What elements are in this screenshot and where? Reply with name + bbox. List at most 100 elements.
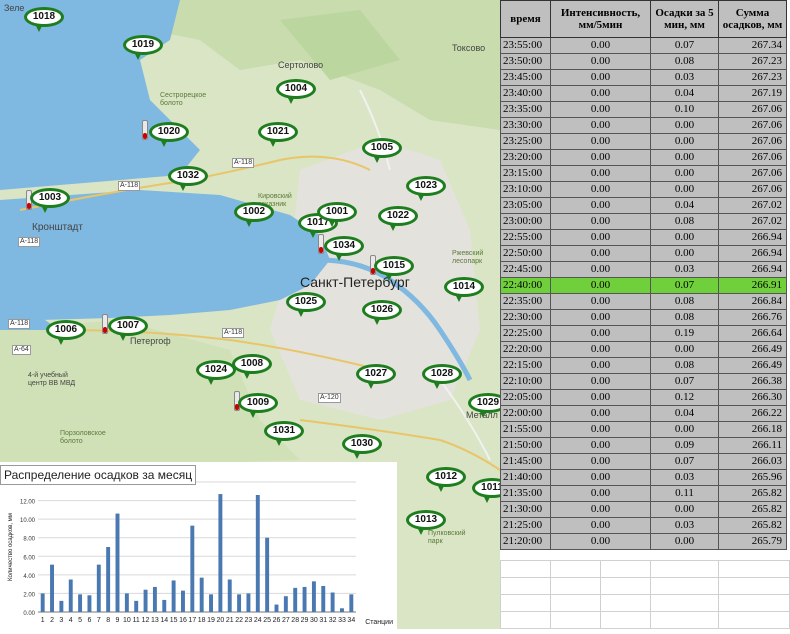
cell-precip-total: 266.84 bbox=[718, 293, 787, 310]
x-tick-label: 5 bbox=[78, 617, 82, 624]
station-marker[interactable]: 1013 bbox=[406, 510, 446, 535]
cell-intensity: 0.00 bbox=[550, 357, 651, 374]
table-row: 22:10:00 0.00 0.07 266.38 bbox=[500, 373, 787, 390]
cell-precip-total: 265.79 bbox=[718, 533, 787, 550]
station-marker[interactable]: 1005 bbox=[362, 138, 402, 163]
x-tick-label: 16 bbox=[179, 617, 187, 624]
station-marker[interactable]: 1008 bbox=[232, 354, 272, 379]
cell-intensity: 0.00 bbox=[550, 149, 651, 166]
cell-intensity: 0.00 bbox=[550, 469, 651, 486]
station-marker[interactable]: 1026 bbox=[362, 300, 402, 325]
cell-time: 22:35:00 bbox=[500, 293, 551, 310]
chart-bar bbox=[78, 594, 83, 612]
spreadsheet-grid bbox=[500, 560, 790, 629]
y-tick-label: 4.00 bbox=[23, 574, 35, 580]
cell-precip-total: 265.96 bbox=[718, 469, 787, 486]
cell-intensity: 0.00 bbox=[550, 101, 651, 118]
table-row: 21:25:00 0.00 0.03 265.82 bbox=[500, 517, 787, 534]
station-marker[interactable]: 1001 bbox=[317, 202, 357, 227]
chart-bar bbox=[124, 593, 129, 612]
road-label: A-118 bbox=[118, 181, 141, 191]
station-marker[interactable]: 1027 bbox=[356, 364, 396, 389]
x-tick-label: 12 bbox=[142, 617, 150, 624]
cell-precip-total: 266.30 bbox=[718, 389, 787, 406]
station-marker[interactable]: 1004 bbox=[276, 79, 316, 104]
cell-precip-5min: 0.08 bbox=[650, 213, 719, 230]
table-row: 21:35:00 0.00 0.11 265.82 bbox=[500, 485, 787, 502]
cell-precip-total: 266.94 bbox=[718, 245, 787, 262]
chart-bar bbox=[87, 595, 92, 612]
station-marker[interactable]: 1020 bbox=[149, 122, 189, 147]
cell-time: 21:45:00 bbox=[500, 453, 551, 470]
cell-time: 23:55:00 bbox=[500, 37, 551, 54]
station-marker[interactable]: 1031 bbox=[264, 421, 304, 446]
cell-time: 23:05:00 bbox=[500, 197, 551, 214]
cell-precip-5min: 0.00 bbox=[650, 245, 719, 262]
table-row: 22:30:00 0.00 0.08 266.76 bbox=[500, 309, 787, 326]
cell-precip-total: 266.91 bbox=[718, 277, 787, 294]
x-tick-label: 4 bbox=[69, 617, 73, 624]
precipitation-table-panel: время Интенсивность, мм/5мин Осадки за 5… bbox=[500, 0, 790, 629]
station-marker[interactable]: 1025 bbox=[286, 292, 326, 317]
cell-intensity: 0.00 bbox=[550, 533, 651, 550]
y-tick-label: 10.00 bbox=[20, 518, 36, 524]
station-marker[interactable]: 1003 bbox=[30, 188, 70, 213]
station-marker[interactable]: 1006 bbox=[46, 320, 86, 345]
cell-intensity: 0.00 bbox=[550, 293, 651, 310]
table-row: 23:30:00 0.00 0.00 267.06 bbox=[500, 117, 787, 134]
table-row: 21:20:00 0.00 0.00 265.79 bbox=[500, 533, 787, 550]
cell-intensity: 0.00 bbox=[550, 437, 651, 454]
cell-precip-5min: 0.00 bbox=[650, 501, 719, 518]
x-tick-label: 26 bbox=[273, 617, 281, 624]
header-precip-5min: Осадки за 5 мин, мм bbox=[650, 0, 719, 38]
station-marker[interactable]: 1028 bbox=[422, 364, 462, 389]
chart-bar bbox=[199, 577, 204, 612]
cell-precip-total: 266.03 bbox=[718, 453, 787, 470]
cell-time: 22:10:00 bbox=[500, 373, 551, 390]
chart-bar bbox=[115, 513, 120, 612]
cell-precip-5min: 0.04 bbox=[650, 197, 719, 214]
cell-precip-5min: 0.08 bbox=[650, 53, 719, 70]
station-marker[interactable]: 1018 bbox=[24, 7, 64, 32]
cell-precip-5min: 0.07 bbox=[650, 373, 719, 390]
station-marker[interactable]: 1030 bbox=[342, 434, 382, 459]
station-marker[interactable]: 1002 bbox=[234, 202, 274, 227]
cell-time: 23:30:00 bbox=[500, 117, 551, 134]
y-tick-label: 12.00 bbox=[20, 500, 36, 506]
station-marker[interactable]: 1032 bbox=[168, 166, 208, 191]
place-label: Зеле bbox=[4, 3, 25, 13]
station-marker[interactable]: 1022 bbox=[378, 206, 418, 231]
cell-precip-total: 266.76 bbox=[718, 309, 787, 326]
station-marker[interactable]: 1034 bbox=[324, 236, 364, 261]
cell-precip-5min: 0.08 bbox=[650, 357, 719, 374]
station-marker[interactable]: 1015 bbox=[374, 256, 414, 281]
cell-precip-5min: 0.00 bbox=[650, 341, 719, 358]
cell-precip-5min: 0.03 bbox=[650, 69, 719, 86]
x-tick-label: 31 bbox=[319, 617, 327, 624]
chart-bar bbox=[293, 587, 298, 612]
chart-bar bbox=[349, 594, 354, 612]
place-label: Пулковский парк bbox=[428, 530, 466, 545]
y-tick-label: 8.00 bbox=[23, 537, 35, 543]
station-marker[interactable]: 1009 bbox=[238, 393, 278, 418]
chart-bar bbox=[59, 600, 64, 612]
station-marker[interactable]: 1021 bbox=[258, 122, 298, 147]
y-tick-label: 2.00 bbox=[23, 592, 35, 598]
station-marker[interactable]: 1019 bbox=[123, 35, 163, 60]
table-row: 23:45:00 0.00 0.03 267.23 bbox=[500, 69, 787, 86]
cell-time: 21:50:00 bbox=[500, 437, 551, 454]
station-marker[interactable]: 1012 bbox=[426, 467, 466, 492]
cell-intensity: 0.00 bbox=[550, 373, 651, 390]
chart-bar bbox=[237, 594, 242, 612]
station-marker[interactable]: 1023 bbox=[406, 176, 446, 201]
table-row: 23:50:00 0.00 0.08 267.23 bbox=[500, 53, 787, 70]
cell-time: 23:10:00 bbox=[500, 181, 551, 198]
station-marker[interactable]: 1007 bbox=[108, 316, 148, 341]
station-marker[interactable]: 1014 bbox=[444, 277, 484, 302]
station-marker[interactable]: 1024 bbox=[196, 360, 236, 385]
chart-bar bbox=[265, 537, 270, 612]
place-label: Петергоф bbox=[130, 336, 171, 346]
table-row: 23:25:00 0.00 0.00 267.06 bbox=[500, 133, 787, 150]
road-label: A-64 bbox=[12, 345, 31, 355]
cell-intensity: 0.00 bbox=[550, 517, 651, 534]
